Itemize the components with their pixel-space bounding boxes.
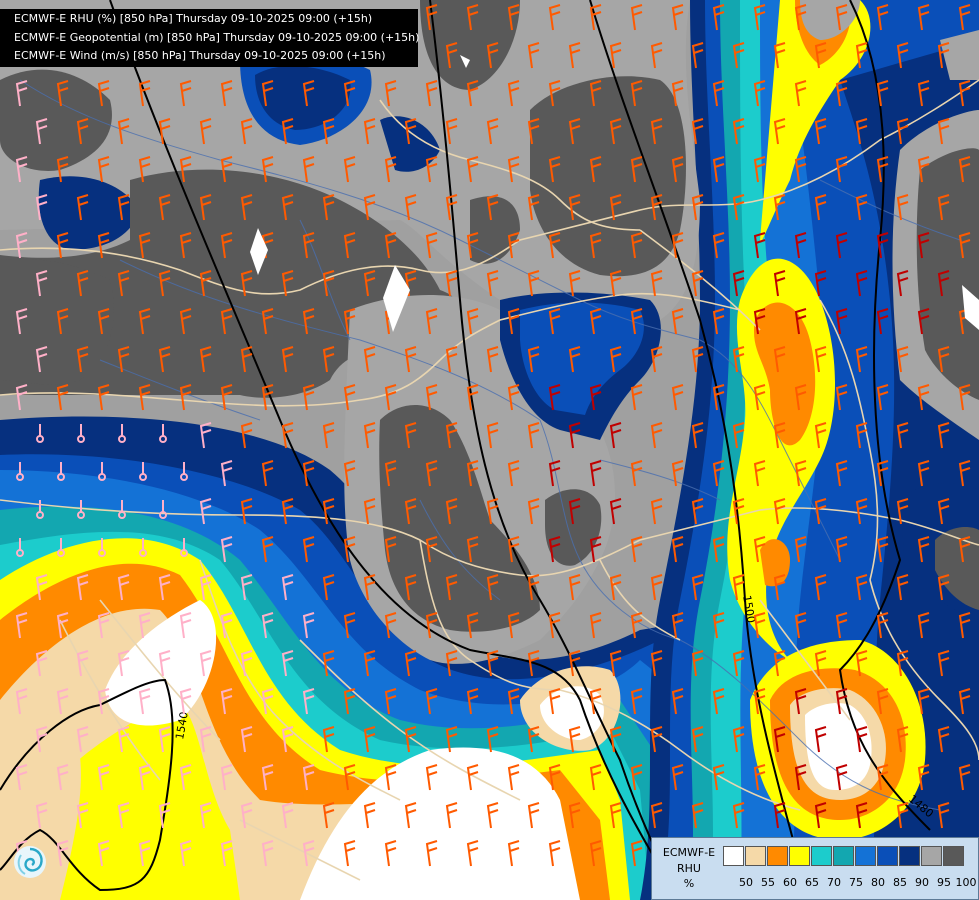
legend-swatch (811, 846, 832, 866)
title-line-geopotential: ECMWF-E Geopotential (m) [850 hPa] Thurs… (14, 30, 420, 44)
legend-tick: 60 (783, 876, 797, 889)
legend-variable-label: RHU (677, 862, 701, 875)
legend-tick: 50 (739, 876, 753, 889)
legend-swatch (943, 846, 964, 866)
ecmwf-swirl-logo-icon (14, 846, 46, 878)
legend-color-swatches (723, 846, 965, 866)
legend-tick: 65 (805, 876, 819, 889)
weather-map: 1540 1500 1480 (0, 0, 979, 900)
legend-tick: 70 (827, 876, 841, 889)
legend-swatch (921, 846, 942, 866)
map-title-panel: ECMWF-E RHU (%) [850 hPa] Thursday 09-10… (0, 9, 420, 67)
legend-swatch (789, 846, 810, 866)
legend-swatch (833, 846, 854, 866)
legend-tick: 55 (761, 876, 775, 889)
rhu-legend: ECMWF-E RHU % 50 55 60 65 70 75 80 85 90 95 100 (651, 837, 979, 900)
legend-unit-label: % (683, 877, 695, 890)
legend-swatch (855, 846, 876, 866)
legend-swatch (877, 846, 898, 866)
legend-swatch (767, 846, 788, 866)
legend-tick: 85 (893, 876, 907, 889)
legend-tick: 95 (937, 876, 951, 889)
legend-model-label: ECMWF-E (662, 846, 716, 859)
legend-tick: 100 (955, 876, 977, 889)
legend-tick: 80 (871, 876, 885, 889)
legend-swatch (899, 846, 920, 866)
legend-tick: 75 (849, 876, 863, 889)
legend-swatch (745, 846, 766, 866)
legend-tick-labels: 50 55 60 65 70 75 80 85 90 95 100 (735, 876, 979, 890)
title-line-rhu: ECMWF-E RHU (%) [850 hPa] Thursday 09-10… (14, 12, 373, 25)
legend-swatch (723, 846, 744, 866)
legend-tick: 90 (915, 876, 929, 889)
title-line-wind: ECMWF-E Wind (m/s) [850 hPa] Thursday 09… (14, 49, 386, 62)
